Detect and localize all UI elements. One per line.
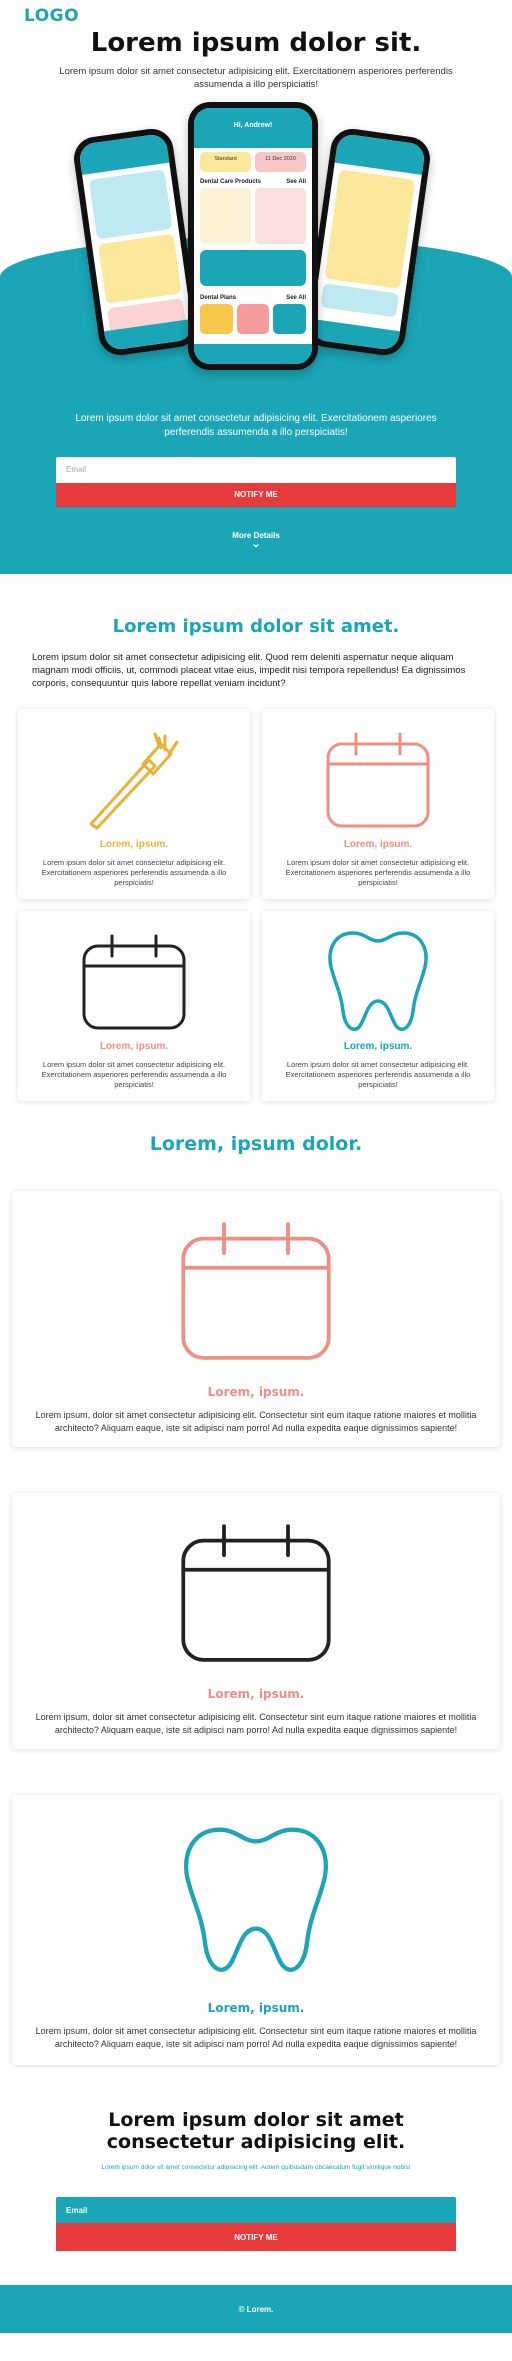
detail-text: Lorem ipsum, dolor sit amet consectetur … [35, 1409, 477, 1433]
email-input[interactable] [56, 456, 456, 483]
phone-mockup-center: Hi, Andrew! Standard 11 Dec 2020 Dental … [188, 101, 318, 370]
signup-band: Lorem ipsum dolor sit amet consectetur a… [0, 411, 512, 574]
product-card [255, 187, 306, 244]
details-title: Lorem, ipsum dolor. [149, 1132, 363, 1155]
hero-title: Lorem ipsum dolor sit. [90, 28, 422, 58]
see-all-link: See All [286, 294, 306, 301]
cta-section: Lorem ipsum dolor sit amet consectetur a… [0, 2065, 512, 2286]
hero-header: Lorem ipsum dolor sit. Lorem ipsum dolor… [0, 24, 512, 92]
app-tabbar [194, 343, 312, 364]
feature-text: Lorem ipsum dolor sit amet consectetur a… [285, 1059, 471, 1089]
feature-card: Lorem, ipsum. Lorem ipsum dolor sit amet… [262, 708, 494, 899]
products-label: Dental Care Products [200, 178, 262, 185]
calendar-icon [181, 1523, 331, 1662]
hero-subtitle: Lorem ipsum dolor sit amet consectetur a… [59, 66, 453, 90]
app-greeting: Hi, Andrew! [194, 107, 312, 148]
feature-title: Lorem, ipsum. [343, 1040, 413, 1052]
feature-card: Lorem, ipsum. Lorem ipsum dolor sit amet… [262, 910, 494, 1101]
plan-badge: Standard [200, 151, 251, 172]
date-badge: 11 Dec 2020 [255, 151, 306, 172]
calendar-icon [326, 732, 430, 828]
feature-title: Lorem, ipsum. [343, 838, 413, 850]
tooth-icon [328, 930, 428, 1031]
cta-email-input[interactable] [56, 2197, 456, 2224]
more-details-label: More Details [232, 530, 280, 540]
detail-title: Lorem, ipsum. [207, 2000, 305, 2015]
detail-text: Lorem ipsum, dolor sit amet consectetur … [35, 1711, 477, 1735]
detail-text: Lorem ipsum, dolor sit amet consectetur … [35, 2025, 477, 2049]
cta-subtitle: Lorem ipsum dolor sit amet consectetur a… [101, 2164, 411, 2172]
cta-notify-form: NOTIFY ME [56, 2197, 456, 2252]
hero-section: Lorem ipsum dolor sit. Lorem ipsum dolor… [0, 24, 512, 574]
footer: © Lorem. [0, 2285, 512, 2334]
calendar-icon [181, 1221, 331, 1360]
logo[interactable]: LOGO [24, 6, 79, 26]
feature-card: Lorem, ipsum. Lorem ipsum dolor sit amet… [18, 708, 250, 899]
chevron-down-icon [253, 543, 259, 548]
signup-text: Lorem ipsum dolor sit amet consectetur a… [75, 412, 437, 439]
detail-card: Lorem, ipsum. Lorem ipsum, dolor sit ame… [12, 1492, 500, 1749]
detail-card: Lorem, ipsum. Lorem ipsum, dolor sit ame… [12, 1794, 500, 2065]
product-card [200, 187, 251, 244]
notify-button[interactable]: NOTIFY ME [56, 482, 456, 507]
toothbrush-icon [89, 732, 179, 830]
detail-card: Lorem, ipsum. Lorem ipsum, dolor sit ame… [12, 1190, 500, 1447]
calendar-icon [82, 934, 186, 1030]
features-title: Lorem ipsum dolor sit amet. [112, 615, 400, 637]
cta-notify-button[interactable]: NOTIFY ME [56, 2223, 456, 2252]
feature-title: Lorem, ipsum. [99, 1040, 169, 1052]
cta-title: Lorem ipsum dolor sit amet consectetur a… [106, 2108, 406, 2154]
top-nav: LOGO [0, 0, 512, 26]
feature-card: Lorem, ipsum. Lorem ipsum dolor sit amet… [18, 910, 250, 1101]
details-section: Lorem, ipsum dolor. Lorem, ipsum. Lorem … [0, 1121, 512, 2065]
tooth-icon [184, 1827, 328, 1972]
notify-form: NOTIFY ME [56, 456, 456, 507]
feature-grid: Lorem, ipsum. Lorem ipsum dolor sit amet… [18, 708, 494, 1101]
footer-copyright: © Lorem. [238, 2305, 274, 2315]
detail-title: Lorem, ipsum. [207, 1686, 305, 1701]
feature-title: Lorem, ipsum. [99, 838, 169, 850]
plans-label: Dental Plans [200, 294, 237, 301]
more-details-link[interactable]: More Details [56, 531, 456, 550]
phone-mockups: Hi, Andrew! Standard 11 Dec 2020 Dental … [0, 101, 512, 412]
see-all-link: See All [286, 178, 306, 185]
features-intro: Lorem ipsum dolor sit amet consectetur a… [32, 651, 466, 690]
promo-banner [200, 249, 306, 286]
features-section: Lorem ipsum dolor sit amet. Lorem ipsum … [0, 574, 512, 1121]
feature-text: Lorem ipsum dolor sit amet consectetur a… [41, 857, 227, 887]
feature-text: Lorem ipsum dolor sit amet consectetur a… [285, 857, 471, 887]
detail-title: Lorem, ipsum. [207, 1384, 305, 1399]
feature-text: Lorem ipsum dolor sit amet consectetur a… [41, 1059, 227, 1089]
